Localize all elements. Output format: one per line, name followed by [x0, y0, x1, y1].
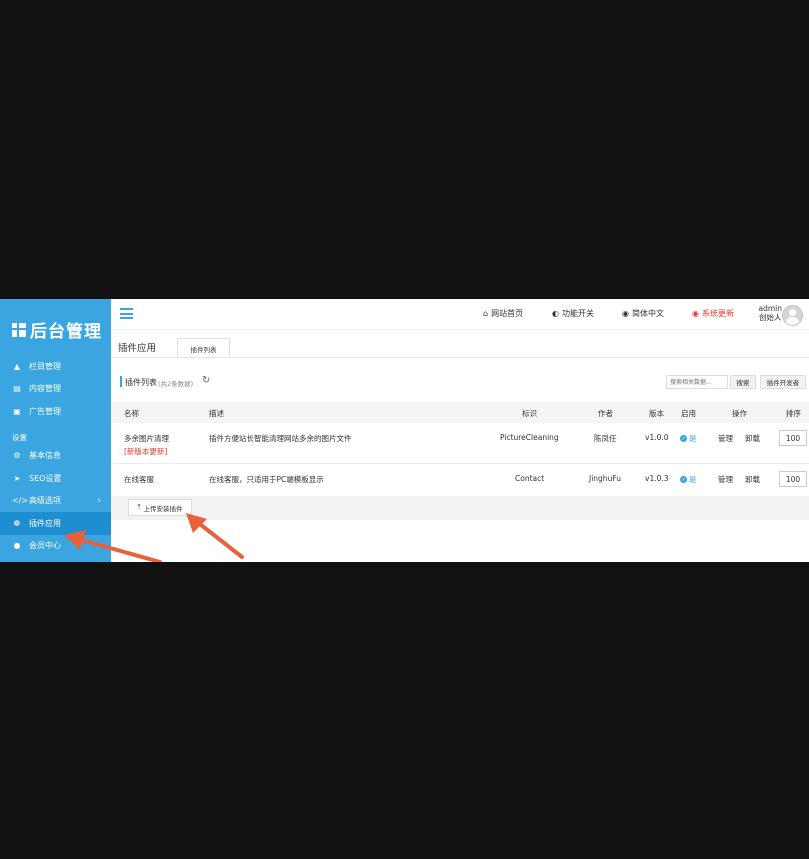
col-desc: 描述	[209, 409, 224, 418]
plugin-desc: 插件方便站长智能清理网站多余的图片文件	[209, 434, 352, 443]
refresh-icon[interactable]: ↻	[202, 375, 210, 386]
plugin-author: JinghuFu	[589, 474, 621, 483]
top-bar: ⌂ 网站首页 ◐ 功能开关 ◉ 简体中文 ◉ 系统更新 admin 创始人	[111, 299, 809, 330]
logo-icon	[12, 322, 26, 337]
page-title: 插件应用	[118, 343, 157, 354]
admin-screenshot: 后台管理 ▲ 栏目管理 ▤ 内容管理 ▣ 广告管理 设置 ⚙ 基本信息 ➤ SE	[0, 299, 809, 562]
sidebar-item-label: SEO设置	[29, 473, 62, 483]
annotation-arrows	[64, 513, 244, 562]
enabled-status[interactable]: ✓ 是	[680, 474, 697, 485]
sidebar-item-content[interactable]: ▤ 内容管理	[0, 378, 111, 401]
plugin-version: v1.0.0	[645, 433, 669, 442]
developer-button[interactable]: 插件开发者	[760, 375, 806, 389]
system-update-link[interactable]: ◉ 系统更新	[692, 308, 734, 319]
logo[interactable]: 后台管理	[12, 317, 102, 342]
plugin-desc: 在线客服，只适用于PC端模板显示	[209, 475, 324, 484]
sitemap-icon: ▲	[13, 361, 21, 371]
search-input[interactable]	[666, 375, 728, 389]
plugin-version: v1.0.3	[645, 474, 669, 483]
tab-divider	[111, 357, 809, 358]
feature-toggle-link[interactable]: ◐ 功能开关	[552, 308, 594, 319]
user-role: 创始人	[759, 313, 782, 322]
sidebar-item-plugins[interactable]: ❁ 插件应用	[0, 512, 111, 535]
col-sort: 排序	[786, 409, 801, 418]
sidebar-nav: ▲ 栏目管理 ▤ 内容管理 ▣ 广告管理 设置 ⚙ 基本信息 ➤ SEO设置 <…	[0, 355, 111, 557]
manage-link[interactable]: 管理	[718, 433, 733, 444]
sidebar-item-label: 栏目管理	[29, 361, 61, 371]
user-menu[interactable]: admin 创始人	[759, 304, 783, 322]
section-title: 插件列表	[125, 378, 157, 387]
toggle-icon: ◐	[552, 309, 559, 318]
plugin-ident: Contact	[515, 474, 545, 483]
col-author: 作者	[598, 409, 613, 418]
gear-icon: ⚙	[13, 451, 21, 461]
sidebar-item-columns[interactable]: ▲ 栏目管理	[0, 355, 111, 378]
user-name: admin	[758, 304, 783, 313]
feature-toggle-label: 功能开关	[561, 309, 594, 318]
sidebar-item-seo[interactable]: ➤ SEO设置	[0, 467, 111, 490]
plugin-ident: PictureCleaning	[500, 433, 559, 442]
enabled-label: 是	[689, 434, 697, 443]
globe-icon: ◉	[622, 309, 629, 318]
table-footer	[111, 496, 809, 520]
plugin-author: 陈凤任	[594, 434, 617, 443]
col-name: 名称	[124, 409, 139, 418]
sidebar-item-members[interactable]: ● 会员中心	[0, 535, 111, 558]
sidebar-item-label: 高级选项	[29, 496, 61, 506]
plugin-name: 在线客服	[124, 475, 154, 484]
sidebar-item-label: 基本信息	[29, 451, 61, 461]
user-icon: ●	[13, 541, 21, 551]
section-count: (共2条数据)	[158, 380, 194, 388]
language-link[interactable]: ◉ 简体中文	[622, 308, 664, 319]
sidebar-item-label: 会员中心	[29, 541, 61, 551]
paper-plane-icon: ➤	[13, 473, 21, 483]
col-ident: 标识	[522, 409, 537, 418]
enabled-status[interactable]: ✓ 是	[680, 433, 697, 444]
sidebar-item-advanced[interactable]: </> 高级选项 ›	[0, 490, 111, 513]
plugin-name: 多余图片清理	[124, 434, 169, 443]
logo-text: 后台管理	[30, 322, 102, 342]
sidebar-item-basic[interactable]: ⚙ 基本信息	[0, 445, 111, 468]
sidebar-item-label: 内容管理	[29, 384, 61, 394]
chevron-right-icon: ›	[97, 495, 101, 506]
sidebar-section-label: 设置	[12, 432, 27, 442]
avatar[interactable]	[782, 305, 803, 326]
menu-toggle-icon[interactable]	[120, 308, 133, 322]
home-link-label: 网站首页	[491, 309, 524, 318]
sort-input[interactable]	[779, 471, 807, 487]
search-button[interactable]: 搜索	[730, 375, 756, 389]
table-header: 名称 描述 标识 作者 版本 启用 操作 排序	[111, 402, 809, 423]
upload-icon: ⤒	[137, 503, 141, 511]
home-icon: ⌂	[483, 309, 489, 318]
new-version-badge[interactable]: [新版本更新]	[124, 446, 167, 457]
enabled-label: 是	[689, 475, 697, 484]
uninstall-link[interactable]: 卸载	[745, 474, 760, 485]
sidebar-item-label: 插件应用	[29, 518, 61, 528]
section-marker	[120, 376, 122, 387]
system-update-label: 系统更新	[701, 309, 734, 318]
tab-plugin-list[interactable]: 插件列表	[177, 338, 230, 358]
uninstall-link[interactable]: 卸载	[745, 433, 760, 444]
alert-icon: ◉	[692, 309, 699, 318]
image-icon: ▣	[13, 406, 21, 416]
check-icon: ✓	[680, 435, 687, 442]
code-icon: </>	[12, 496, 29, 506]
sidebar-item-label: 广告管理	[29, 406, 61, 416]
check-icon: ✓	[680, 476, 687, 483]
sort-input[interactable]	[779, 430, 807, 446]
language-label: 简体中文	[631, 309, 664, 318]
plugin-icon: ❁	[13, 518, 21, 528]
col-actions: 操作	[732, 409, 747, 418]
upload-button-label: 上传安装插件	[143, 504, 183, 513]
col-version: 版本	[649, 409, 664, 418]
list-icon: ▤	[13, 384, 21, 394]
home-link[interactable]: ⌂ 网站首页	[483, 308, 523, 319]
row-divider	[111, 463, 809, 464]
upload-plugin-button[interactable]: ⤒ 上传安装插件	[128, 499, 192, 516]
sidebar: 后台管理 ▲ 栏目管理 ▤ 内容管理 ▣ 广告管理 设置 ⚙ 基本信息 ➤ SE	[0, 299, 111, 562]
manage-link[interactable]: 管理	[718, 474, 733, 485]
sidebar-item-ads[interactable]: ▣ 广告管理	[0, 400, 111, 423]
col-enabled: 启用	[681, 409, 696, 418]
